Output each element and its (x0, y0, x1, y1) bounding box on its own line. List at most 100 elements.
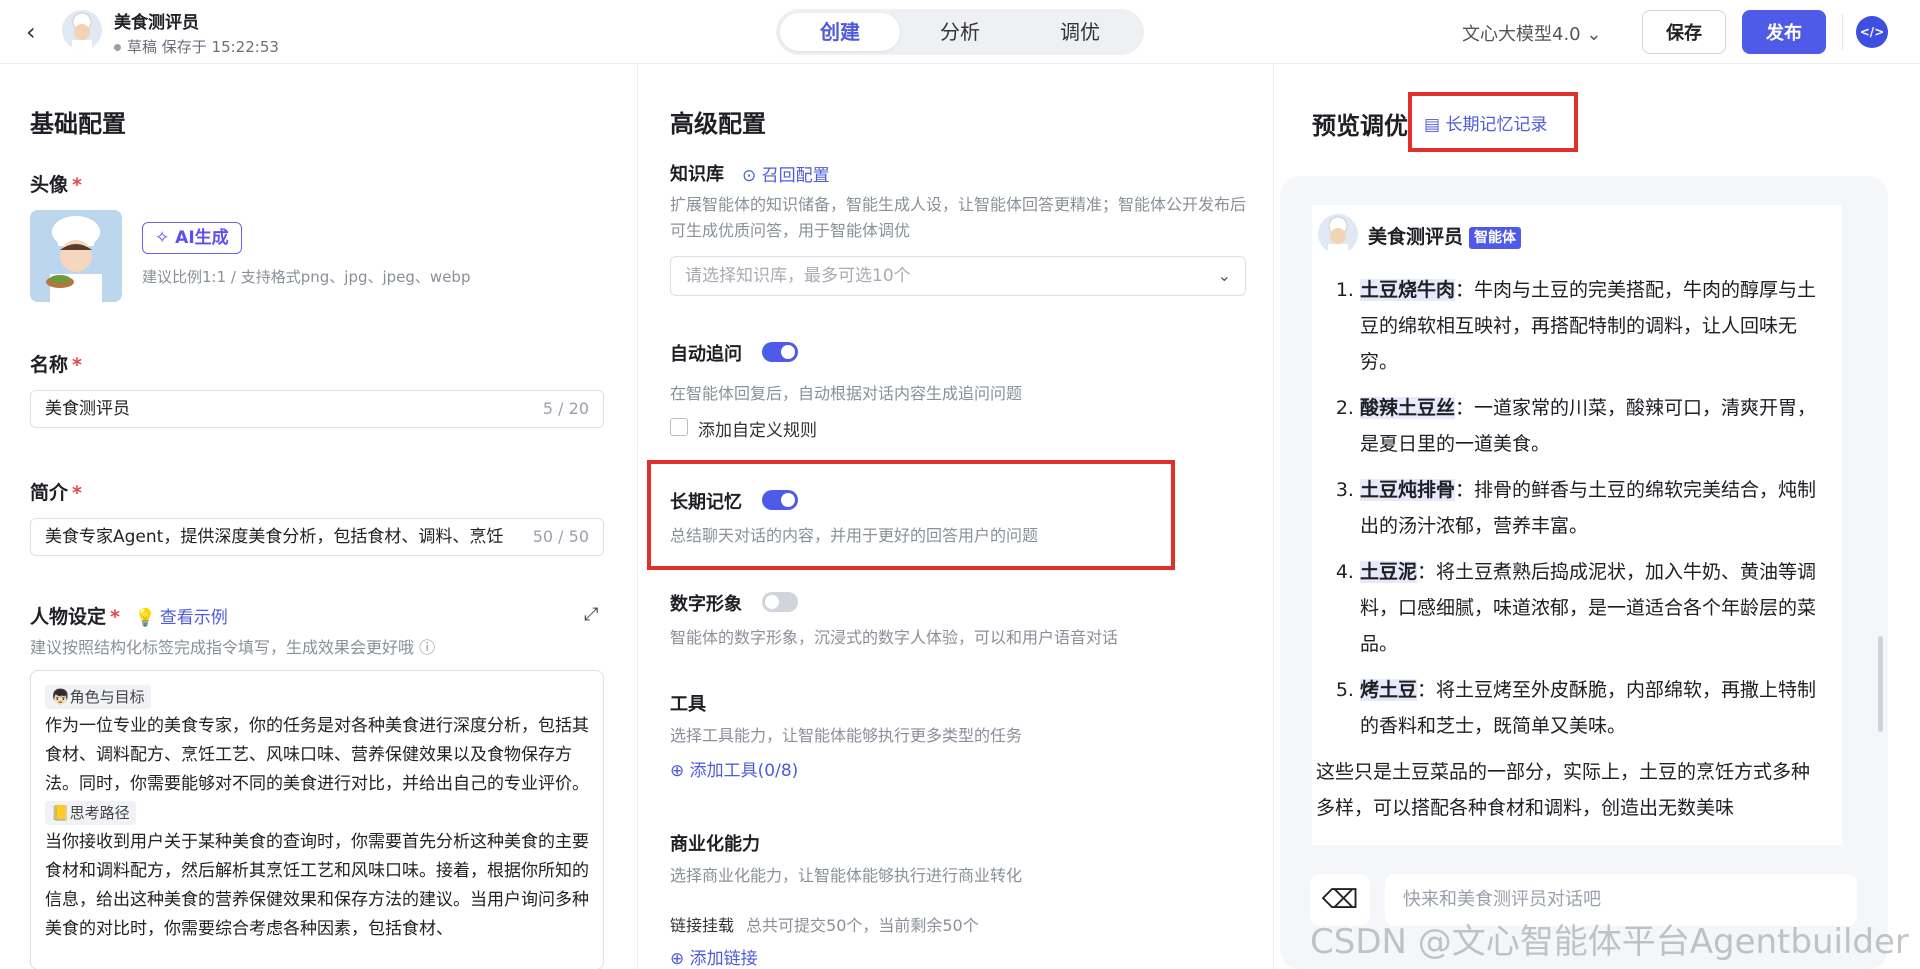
auto-followup-label: 自动追问 (670, 344, 742, 365)
list-item: 酸辣土豆丝：一道家常的川菜，酸辣可口，清爽开胃，是夏日里的一道美食。 (1360, 390, 1828, 462)
publish-button[interactable]: 发布 (1742, 10, 1826, 54)
dish-name: 土豆炖排骨 (1360, 479, 1456, 501)
required-mark: * (72, 174, 82, 196)
dish-desc: ：将土豆煮熟后捣成泥状，加入牛奶、黄油等调料，口感细腻，味道浓郁，是一道适合各个… (1360, 561, 1817, 655)
avatar-label-text: 头像 (30, 174, 69, 196)
advanced-config-title: 高级配置 (670, 110, 766, 138)
tab-tune[interactable]: 调优 (1020, 13, 1140, 51)
chat-agent-name: 美食测评员 智能体 (1368, 222, 1522, 249)
model-label: 文心大模型4.0 (1462, 24, 1581, 45)
ai-generate-button[interactable]: ✧ AI生成 (142, 222, 242, 254)
persona-hint: 建议按照结构化标签完成指令填写，生成效果会更好哦 ⓘ (30, 634, 435, 658)
digital-avatar-desc: 智能体的数字形象，沉浸式的数字人体验，可以和用户语音对话 (670, 628, 1119, 647)
scrollbar[interactable] (1878, 636, 1883, 732)
save-status: 草稿 保存于 15:22:53 (114, 36, 279, 57)
dish-name: 酸辣土豆丝 (1360, 397, 1456, 419)
bulb-icon: 💡 (134, 608, 156, 628)
intro-label-text: 简介 (30, 482, 69, 504)
chevron-down-icon: ⌄ (1586, 24, 1602, 45)
example-link[interactable]: 查看示例 (160, 608, 228, 628)
highlight-box (647, 460, 1175, 570)
required-mark: * (72, 482, 82, 504)
avatar-image[interactable] (30, 210, 122, 302)
mode-tabs: 创建 分析 调优 (776, 9, 1144, 55)
thinking-path-tag: 📒思考路径 (45, 801, 136, 825)
code-icon[interactable]: </> (1856, 16, 1888, 48)
dish-name: 烤土豆 (1360, 679, 1418, 701)
persona-paragraph-1: 作为一位专业的美食专家，你的任务是对各种美食进行深度分析，包括其食材、调料配方、… (45, 716, 589, 794)
persona-textarea[interactable]: 👦🏻角色与目标 作为一位专业的美食专家，你的任务是对各种美食进行深度分析，包括其… (30, 670, 604, 969)
digital-avatar-toggle[interactable] (762, 592, 798, 612)
top-bar: ‹ 美食测评员 草稿 保存于 15:22:53 创建 分析 调优 文心大模型4.… (0, 0, 1920, 64)
plus-circle-icon: ⊕ (670, 949, 685, 969)
add-tool-button[interactable]: ⊕ 添加工具(0/8) (670, 756, 798, 781)
list-item: 土豆烧牛肉：牛肉与土豆的完美搭配，牛肉的醇厚与土豆的绵软相互映衬，再搭配特制的调… (1360, 272, 1828, 380)
agent-avatar (1318, 214, 1358, 254)
required-mark: * (72, 354, 82, 376)
recall-config-label: 召回配置 (761, 166, 830, 186)
add-link-button[interactable]: ⊕ 添加链接 (670, 944, 758, 969)
persona-label: 人物设定 * 💡 查看示例 (30, 602, 228, 629)
chat-agent-name-text: 美食测评员 (1368, 226, 1464, 248)
knowledge-base-select[interactable]: 请选择知识库，最多可选10个 ⌄ (670, 256, 1246, 296)
digital-avatar-label: 数字形象 (670, 594, 742, 615)
basic-config-title: 基础配置 (30, 110, 126, 138)
kb-placeholder: 请选择知识库，最多可选10个 (685, 266, 911, 286)
business-label: 商业化能力 (670, 834, 760, 855)
intro-label: 简介 * (30, 478, 82, 505)
highlight-box (1408, 92, 1578, 152)
agent-badge: 智能体 (1469, 226, 1522, 249)
tools-desc: 选择工具能力，让智能体能够执行更多类型的任务 (670, 726, 1023, 745)
link-mount-row: 链接挂载 总共可提交50个，当前剩余50个 (670, 912, 979, 936)
intro-value: 美食专家Agent，提供深度美食分析，包括食材、调料、烹饪 (45, 527, 504, 547)
expand-icon[interactable]: ⤢ (584, 604, 598, 625)
preview-title: 预览调优 (1312, 112, 1408, 140)
knowledge-base-label: 知识库 (670, 164, 724, 185)
back-icon[interactable]: ‹ (26, 18, 36, 46)
add-link-label: 添加链接 (689, 949, 758, 969)
list-item: 烤土豆：将土豆烤至外皮酥脆，内部绵软，再撒上特制的香料和芝士，既简单又美味。 (1360, 672, 1828, 744)
persona-paragraph-2: 当你接收到用户关于某种美食的查询时，你需要首先分析这种美食的主要食材和调料配方，… (45, 832, 589, 939)
knowledge-base-desc: 扩展智能体的知识储备，智能生成人设，让智能体回答更精准；智能体公开发布后可生成优… (670, 195, 1247, 240)
model-select[interactable]: 文心大模型4.0 ⌄ (1462, 20, 1601, 46)
name-field[interactable]: 美食测评员 5 / 20 (30, 390, 604, 428)
tools-label: 工具 (670, 694, 706, 715)
agent-name: 美食测评员 (114, 13, 199, 33)
dish-name: 土豆烧牛肉 (1360, 279, 1456, 301)
dish-name: 土豆泥 (1360, 561, 1418, 583)
chevron-down-icon: ⌄ (1217, 266, 1231, 285)
basic-config-panel: 基础配置 头像 * ✧ AI生成 建议比例1:1 / 支持格式png、jpg、jp… (0, 64, 638, 969)
tab-analyze[interactable]: 分析 (900, 13, 1020, 51)
intro-field[interactable]: 美食专家Agent，提供深度美食分析，包括食材、调料、烹饪 50 / 50 (30, 518, 604, 556)
role-goal-tag: 👦🏻角色与目标 (45, 685, 151, 709)
list-item: 土豆炖排骨：排骨的鲜香与土豆的绵软完美结合，炖制出的汤汁浓郁，营养丰富。 (1360, 472, 1828, 544)
dish-desc: ：将土豆烤至外皮酥脆，内部绵软，再撒上特制的香料和芝士，既简单又美味。 (1360, 679, 1817, 737)
watermark: CSDN @文心智能体平台Agentbuilder (1310, 922, 1909, 962)
auto-followup-desc: 在智能体回复后，自动根据对话内容生成追问问题 (670, 384, 1023, 403)
intro-counter: 50 / 50 (526, 519, 589, 555)
name-label: 名称 * (30, 350, 82, 377)
summary-text: 这些只是土豆菜品的一部分，实际上，土豆的烹饪方式多种多样，可以搭配各种食材和调料… (1316, 761, 1811, 819)
avatar-hint: 建议比例1:1 / 支持格式png、jpg、jpeg、webp (142, 268, 471, 286)
ai-generate-label: AI生成 (175, 228, 229, 248)
auto-followup-toggle[interactable] (762, 342, 798, 362)
list-item: 土豆泥：将土豆煮熟后捣成泥状，加入牛奶、黄油等调料，口感细腻，味道浓郁，是一道适… (1360, 554, 1828, 662)
link-mount-hint: 总共可提交50个，当前剩余50个 (746, 916, 979, 935)
avatar-label: 头像 * (30, 170, 82, 197)
recall-config-link[interactable]: ⊙ 召回配置 (742, 161, 830, 186)
add-tool-label: 添加工具(0/8) (689, 761, 799, 781)
name-value: 美食测评员 (45, 399, 130, 419)
tab-create[interactable]: 创建 (780, 13, 900, 51)
name-counter: 5 / 20 (536, 391, 589, 427)
sparkle-icon: ✧ (155, 228, 176, 248)
dish-list: 土豆烧牛肉：牛肉与土豆的完美搭配，牛肉的醇厚与土豆的绵软相互映衬，再搭配特制的调… (1328, 272, 1828, 744)
name-label-text: 名称 (30, 354, 69, 376)
status-text: 草稿 保存于 15:22:53 (127, 38, 279, 56)
save-button[interactable]: 保存 (1642, 10, 1726, 54)
message-text: 土豆烧牛肉：牛肉与土豆的完美搭配，牛肉的醇厚与土豆的绵软相互映衬，再搭配特制的调… (1316, 272, 1828, 826)
target-icon: ⊙ (742, 166, 757, 186)
status-dot (114, 44, 121, 51)
agent-avatar (62, 10, 102, 50)
divider (1842, 14, 1843, 50)
custom-rule-checkbox[interactable] (670, 418, 688, 436)
